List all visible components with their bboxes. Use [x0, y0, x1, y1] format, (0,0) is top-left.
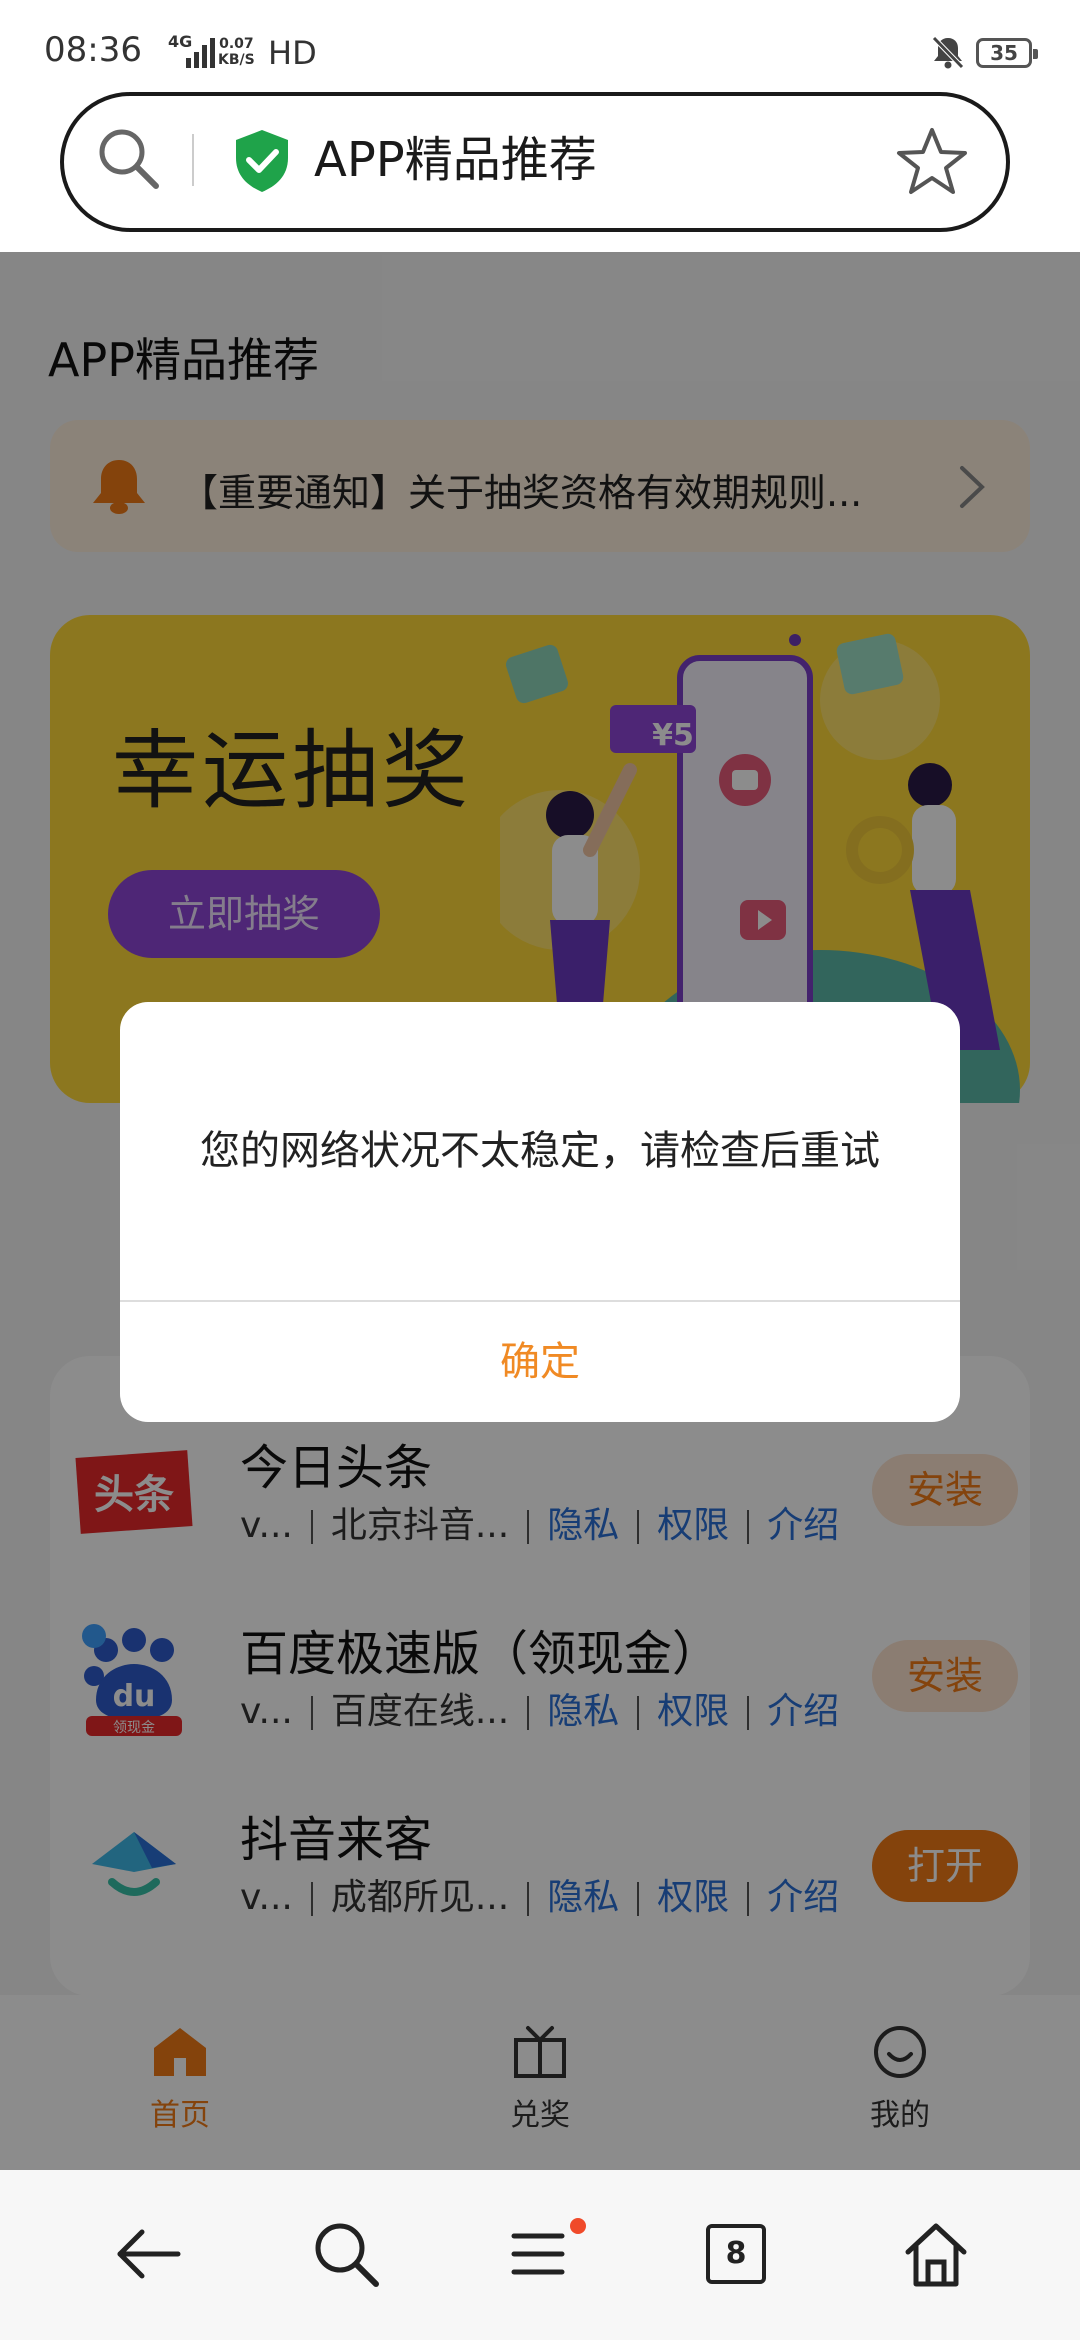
bookmark-star-icon[interactable] — [896, 126, 968, 196]
home-icon[interactable] — [900, 2218, 972, 2290]
dialog-message: 您的网络状况不太稳定，请检查后重试 — [200, 1128, 880, 1174]
confirm-button[interactable]: 确定 — [120, 1302, 960, 1422]
hd-label: HD — [268, 34, 317, 72]
security-shield-icon — [236, 130, 288, 192]
status-time: 08:36 — [44, 30, 142, 70]
network-speed: 0.07 KB/S — [218, 36, 255, 68]
page-url-title[interactable]: APP精品推荐 — [314, 130, 597, 190]
signal-icon — [186, 38, 215, 68]
search-icon[interactable] — [310, 2218, 382, 2290]
bell-muted-icon — [932, 36, 964, 69]
battery-indicator: 35 — [976, 38, 1038, 68]
address-divider — [192, 134, 194, 186]
speed-unit: KB/S — [218, 52, 255, 68]
network-error-dialog: 您的网络状况不太稳定，请检查后重试 确定 — [120, 1002, 960, 1422]
speed-value: 0.07 — [219, 36, 254, 52]
status-bar — [0, 0, 1080, 90]
tabs-count-button[interactable]: 8 — [706, 2224, 766, 2284]
menu-icon[interactable] — [504, 2218, 590, 2290]
search-icon[interactable] — [94, 124, 164, 194]
back-arrow-icon[interactable] — [112, 2218, 184, 2290]
